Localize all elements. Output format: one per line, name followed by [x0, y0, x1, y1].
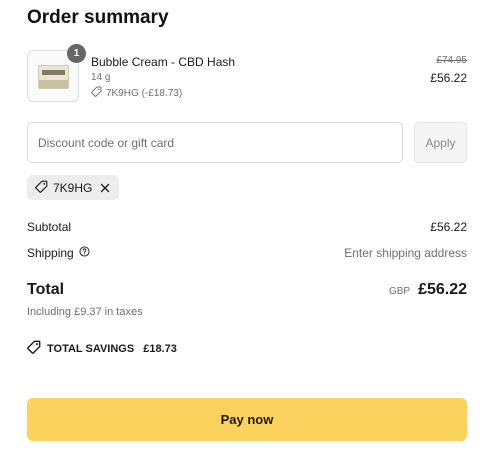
- discount-code-input[interactable]: [27, 122, 403, 163]
- shipping-row: Shipping Enter shipping address: [27, 246, 467, 260]
- savings-label: TOTAL SAVINGS: [47, 342, 135, 355]
- order-summary-title: Order summary: [27, 7, 169, 28]
- currency-code: GBP: [388, 286, 411, 297]
- product-price: £56.22: [430, 71, 467, 85]
- close-icon[interactable]: [99, 182, 111, 194]
- product-variant: 14 g: [91, 72, 111, 83]
- taxes-note: Including £9.37 in taxes: [27, 306, 143, 318]
- pack-label-graphic: [42, 70, 65, 75]
- total-amount-group: GBP £56.22: [389, 281, 467, 299]
- applied-code-chip: 7K9HG: [27, 175, 120, 200]
- subtotal-row: Subtotal £56.22: [27, 220, 467, 234]
- shipping-label: Shipping: [27, 246, 74, 260]
- tag-icon: [27, 340, 41, 357]
- tag-icon: [91, 86, 102, 100]
- shipping-label-group: Shipping: [27, 246, 90, 260]
- product-discount-text: 7K9HG (-£18.73): [106, 87, 183, 99]
- total-savings: TOTAL SAVINGS £18.73: [27, 340, 177, 357]
- product-discount: 7K9HG (-£18.73): [91, 86, 182, 100]
- pay-now-button[interactable]: Pay now: [27, 398, 467, 441]
- tag-icon: [35, 180, 48, 196]
- shipping-value: Enter shipping address: [344, 246, 467, 260]
- pack-band-graphic: [39, 80, 68, 88]
- savings-value: £18.73: [143, 342, 177, 355]
- quantity-badge: 1: [67, 44, 86, 63]
- subtotal-label: Subtotal: [27, 220, 72, 234]
- line-item: 1 Bubble Cream - CBD Hash 14 g 7K9HG (-£…: [27, 44, 467, 102]
- applied-code-text: 7K9HG: [53, 180, 93, 195]
- apply-button[interactable]: Apply: [414, 122, 467, 163]
- product-name: Bubble Cream - CBD Hash: [91, 55, 236, 69]
- help-icon[interactable]: [79, 246, 90, 260]
- subtotal-value: £56.22: [430, 220, 467, 234]
- total-value: £56.22: [418, 281, 467, 298]
- product-pack-image: [38, 65, 69, 89]
- total-row: Total GBP £56.22: [27, 281, 467, 299]
- total-label: Total: [27, 281, 65, 298]
- original-price: £74.95: [436, 55, 467, 66]
